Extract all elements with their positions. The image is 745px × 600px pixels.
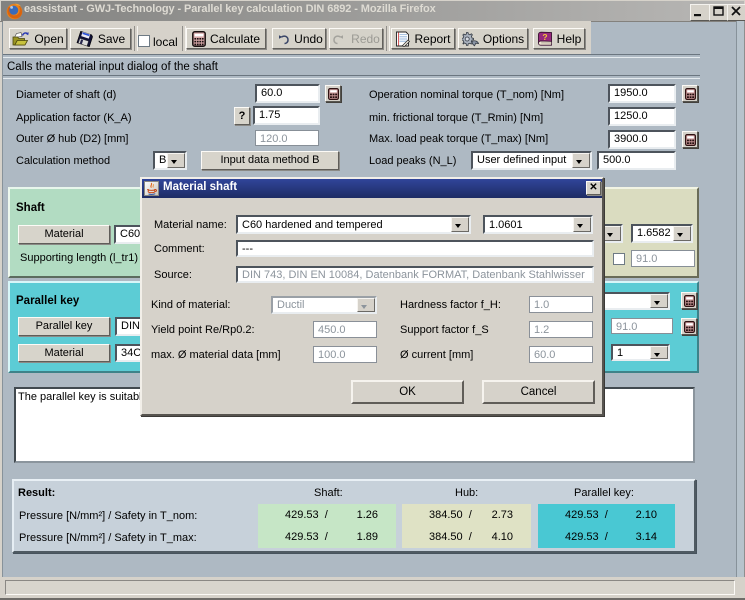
svg-text:?: ?: [542, 32, 547, 42]
